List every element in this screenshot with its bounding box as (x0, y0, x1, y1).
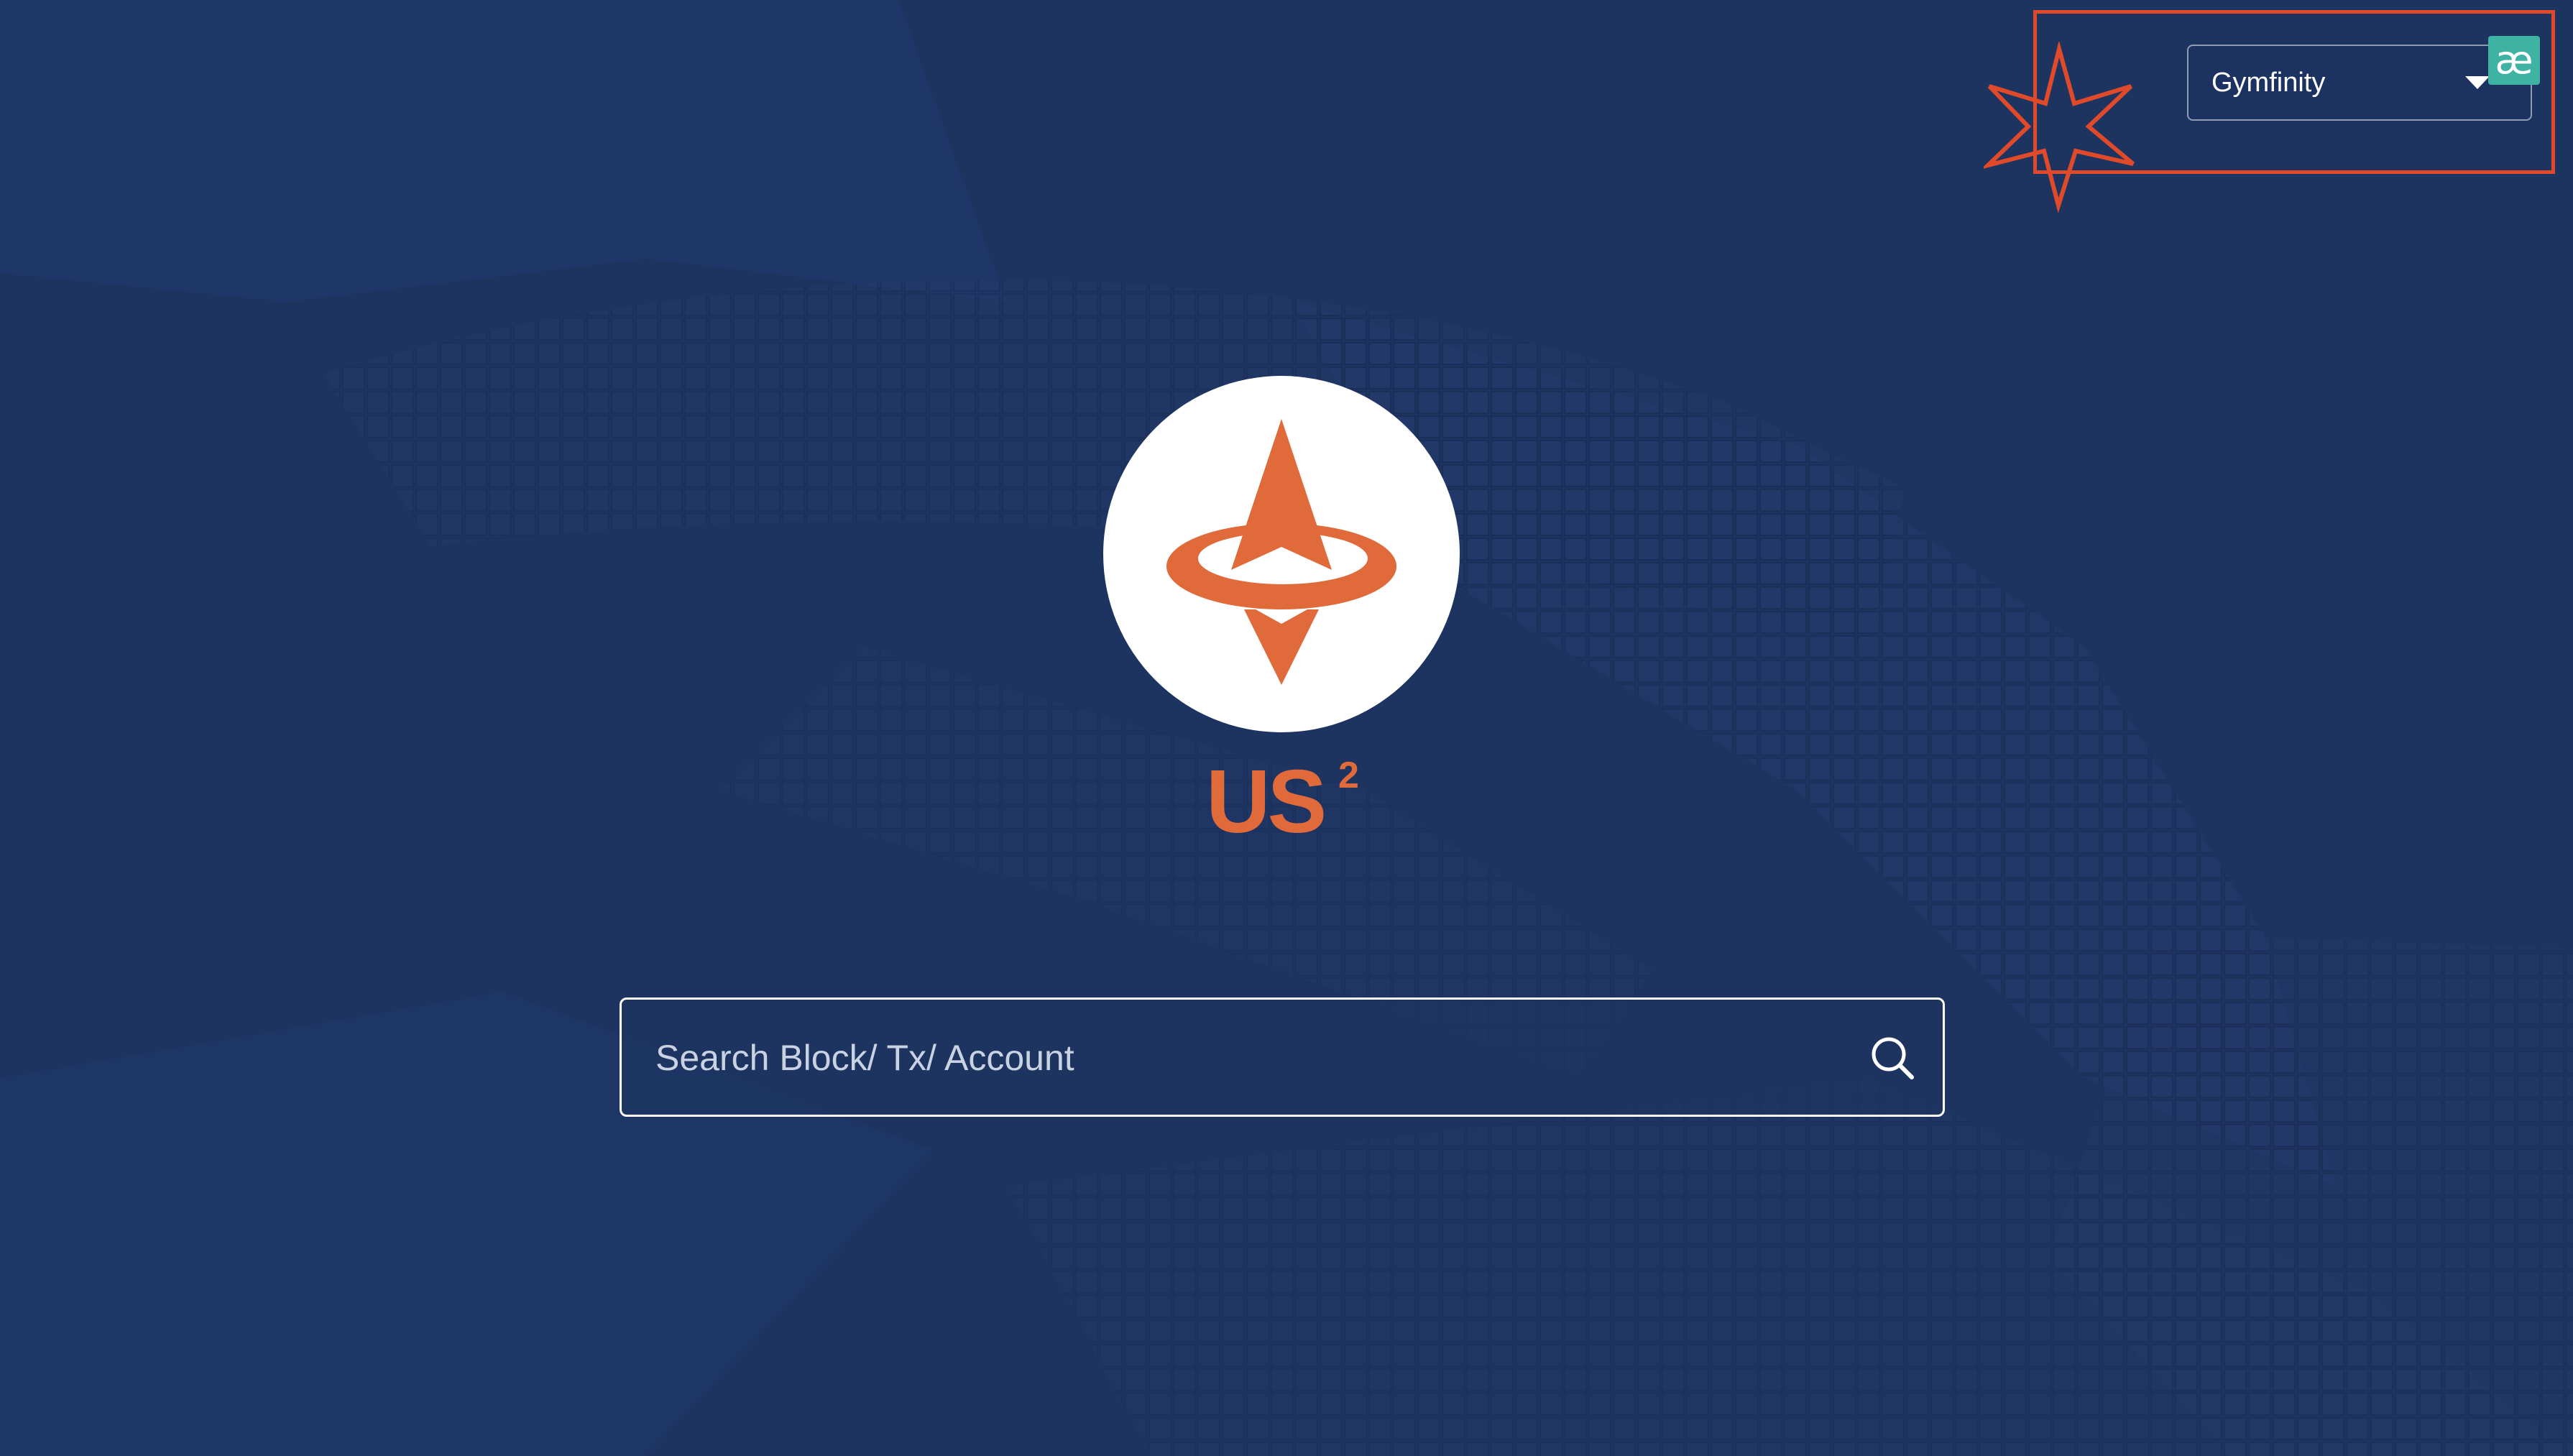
search-icon[interactable] (1870, 1036, 1915, 1080)
brand-wordmark-superscript: 2 (1338, 755, 1359, 796)
compass-logo-icon (1166, 419, 1396, 685)
logo (1103, 376, 1460, 732)
extension-icon[interactable]: æ (2488, 36, 2540, 85)
brand-wordmark: US 2 (1206, 752, 1359, 841)
explorer-home-page: Gymfinity æ US 2 (0, 0, 2573, 1456)
chevron-down-icon[interactable] (2465, 75, 2490, 91)
extension-badge-glyph: æ (2495, 37, 2533, 83)
brand-wordmark-text: US (1206, 752, 1324, 841)
search-input[interactable] (654, 1000, 1807, 1116)
star-icon (1984, 42, 2135, 213)
network-selector-value: Gymfinity (2211, 67, 2326, 98)
search-bar[interactable] (620, 997, 1945, 1117)
